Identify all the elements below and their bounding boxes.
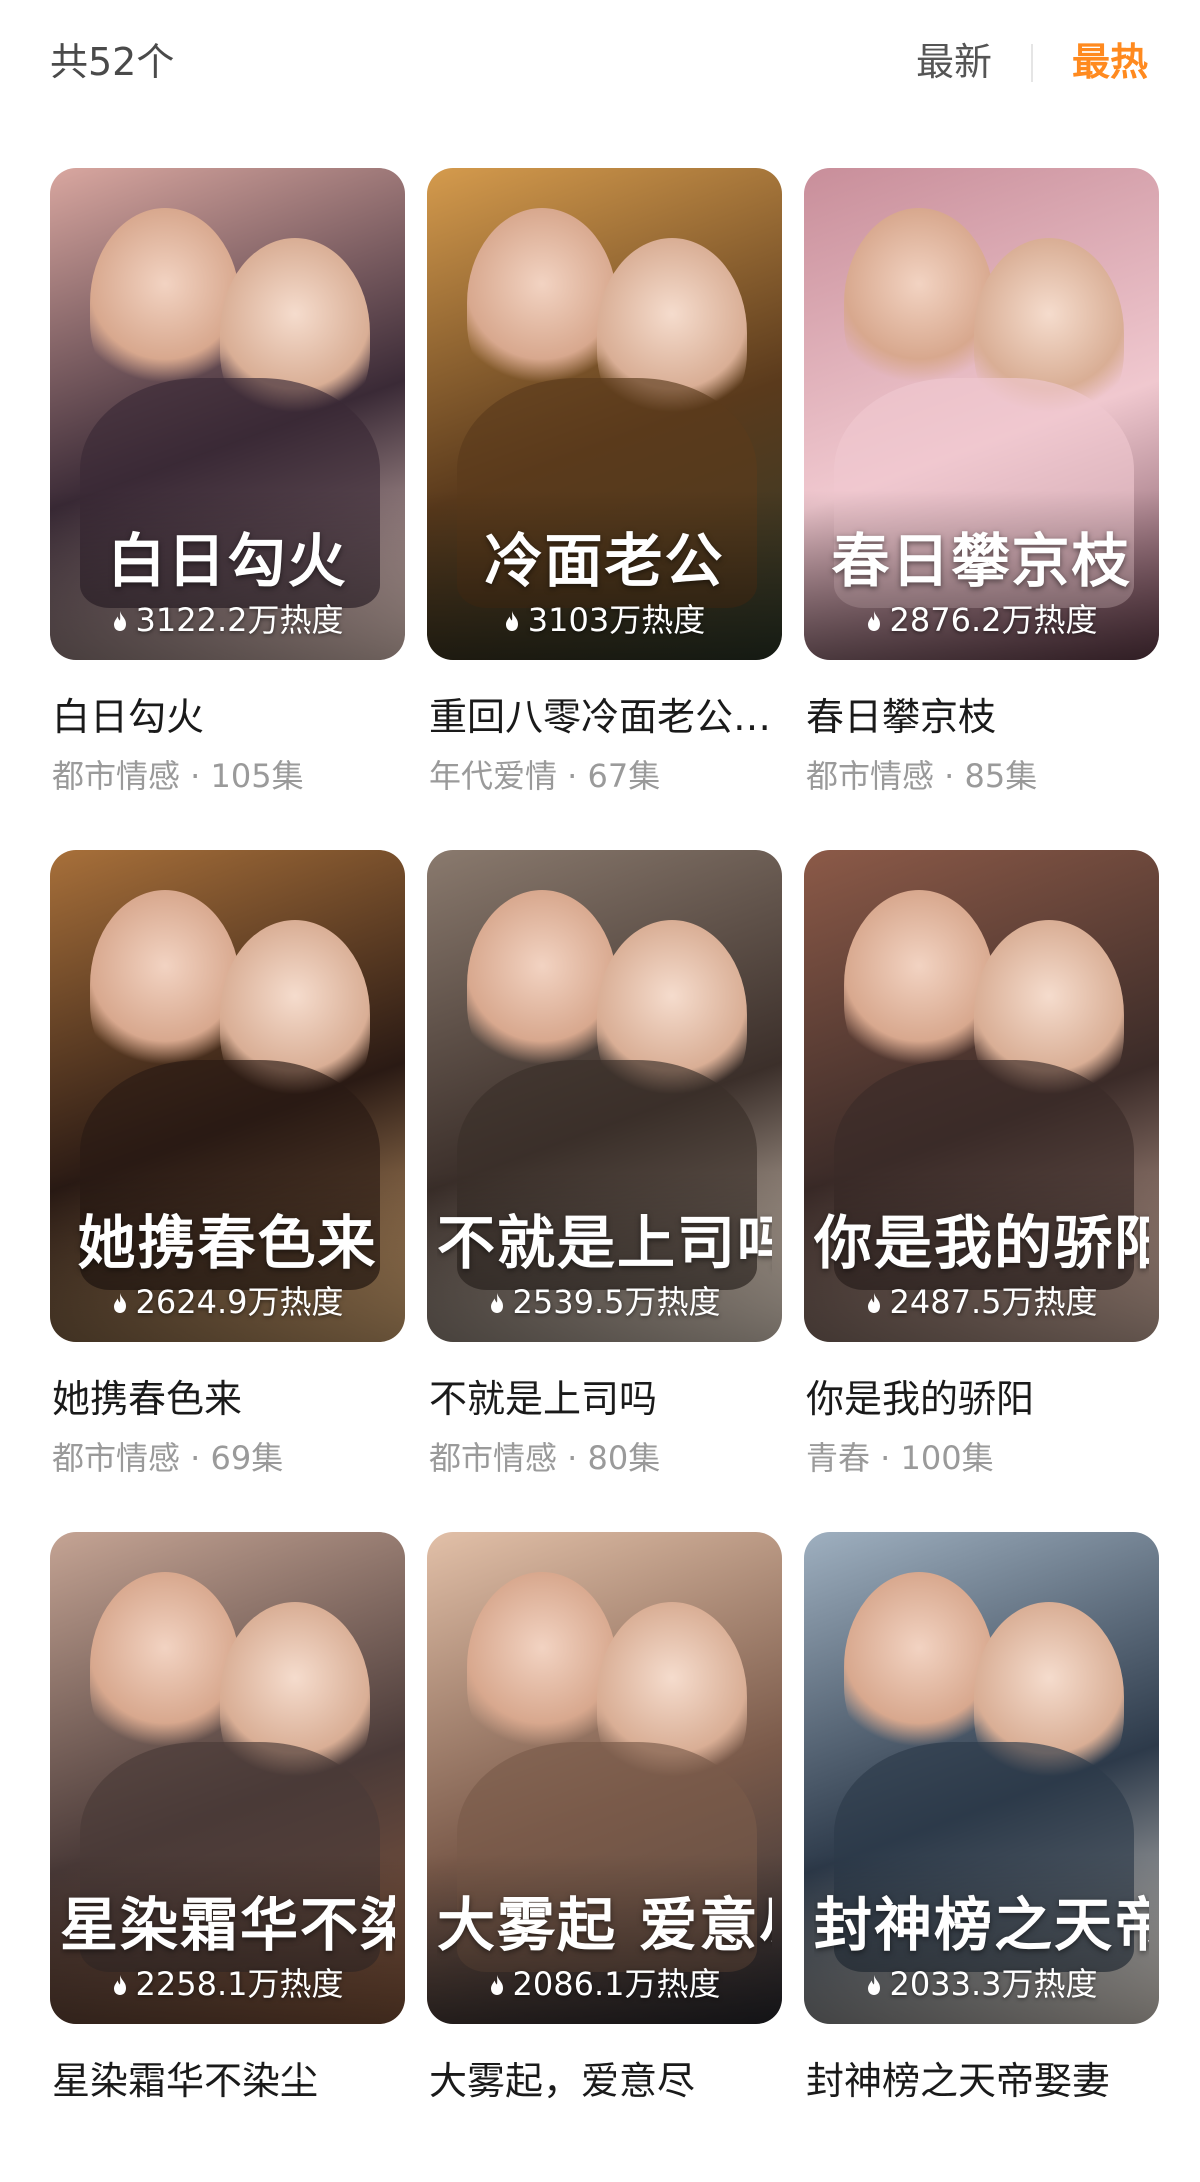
poster-title-art: 她携春色来	[77, 1209, 378, 1277]
drama-poster[interactable]: 不就是上司吗 2539.5万热度	[427, 850, 782, 1342]
poster-figure	[467, 890, 617, 1080]
drama-title[interactable]: 封神榜之天帝娶妻	[806, 2057, 1166, 2105]
drama-card[interactable]: 你是我的骄阳 2487.5万热度 你是我的骄阳 青春 · 100集	[804, 850, 1159, 1500]
flame-icon	[490, 1293, 503, 1313]
drama-card[interactable]: 白日勾火 3122.2万热度 白日勾火 都市情感 · 105集	[50, 168, 405, 818]
drama-title[interactable]: 春日攀京枝	[806, 693, 1166, 741]
drama-poster[interactable]: 她携春色来 2624.9万热度	[50, 850, 405, 1342]
heat-value: 3103万热度	[527, 601, 706, 639]
poster-title-art: 冷面老公	[484, 527, 725, 595]
sort-divider	[1031, 44, 1033, 82]
drama-poster[interactable]: 你是我的骄阳 2487.5万热度	[804, 850, 1159, 1342]
heat-badge: 3122.2万热度	[50, 600, 405, 640]
heat-badge: 3103万热度	[427, 600, 782, 640]
drama-poster[interactable]: 大雾起 爱意尽 2086.1万热度	[427, 1532, 782, 2024]
drama-title[interactable]: 白日勾火	[52, 693, 412, 741]
drama-title[interactable]: 她携春色来	[52, 1375, 412, 1423]
sort-hottest-button[interactable]: 最热	[1072, 38, 1148, 86]
drama-meta: 都市情感 · 69集	[52, 1439, 284, 1477]
drama-poster[interactable]: 春日攀京枝 2876.2万热度	[804, 168, 1159, 660]
flame-icon	[113, 611, 126, 631]
poster-title-art: 星染霜华不染尘	[60, 1891, 395, 1959]
heat-badge: 2539.5万热度	[427, 1282, 782, 1322]
heat-badge: 2033.3万热度	[804, 1964, 1159, 2004]
heat-value: 2539.5万热度	[512, 1283, 721, 1321]
heat-value: 2624.9万热度	[135, 1283, 344, 1321]
drama-meta: 都市情感 · 85集	[806, 757, 1038, 795]
heat-value: 2487.5万热度	[889, 1283, 1098, 1321]
poster-figure	[467, 1572, 617, 1762]
poster-figure	[90, 1572, 240, 1762]
drama-title[interactable]: 星染霜华不染尘	[52, 2057, 412, 2105]
heat-value: 2258.1万热度	[135, 1965, 344, 2003]
poster-title-art: 不就是上司吗	[437, 1209, 772, 1277]
drama-poster[interactable]: 封神榜之天帝娶妻 2033.3万热度	[804, 1532, 1159, 2024]
drama-card[interactable]: 春日攀京枝 2876.2万热度 春日攀京枝 都市情感 · 85集	[804, 168, 1159, 818]
drama-title[interactable]: 不就是上司吗	[429, 1375, 789, 1423]
drama-poster[interactable]: 白日勾火 3122.2万热度	[50, 168, 405, 660]
poster-title-art: 春日攀京枝	[831, 527, 1132, 595]
drama-meta: 都市情感 · 105集	[52, 757, 304, 795]
drama-card[interactable]: 封神榜之天帝娶妻 2033.3万热度 封神榜之天帝娶妻	[804, 1532, 1159, 2182]
drama-card[interactable]: 大雾起 爱意尽 2086.1万热度 大雾起，爱意尽	[427, 1532, 782, 2182]
flame-icon	[505, 611, 518, 631]
result-count: 共52个	[50, 40, 175, 84]
poster-figure	[90, 890, 240, 1080]
heat-badge: 2624.9万热度	[50, 1282, 405, 1322]
heat-badge: 2876.2万热度	[804, 600, 1159, 640]
heat-badge: 2487.5万热度	[804, 1282, 1159, 1322]
heat-value: 2033.3万热度	[889, 1965, 1098, 2003]
drama-meta: 年代爱情 · 67集	[429, 757, 661, 795]
poster-figure	[844, 208, 994, 398]
poster-figure	[467, 208, 617, 398]
drama-card[interactable]: 星染霜华不染尘 2258.1万热度 星染霜华不染尘	[50, 1532, 405, 2182]
flame-icon	[867, 611, 880, 631]
drama-title[interactable]: 你是我的骄阳	[806, 1375, 1166, 1423]
heat-badge: 2258.1万热度	[50, 1964, 405, 2004]
drama-poster[interactable]: 冷面老公 3103万热度	[427, 168, 782, 660]
drama-card[interactable]: 她携春色来 2624.9万热度 她携春色来 都市情感 · 69集	[50, 850, 405, 1500]
poster-title-art: 封神榜之天帝娶妻	[814, 1891, 1149, 1959]
poster-title-art: 大雾起 爱意尽	[437, 1891, 772, 1959]
poster-figure	[844, 890, 994, 1080]
top-bar: 共52个 最新 最热	[0, 0, 1200, 120]
drama-title[interactable]: 重回八零冷面老公……	[429, 693, 789, 741]
poster-title-art: 白日勾火	[107, 527, 348, 595]
flame-icon	[113, 1293, 126, 1313]
drama-meta: 都市情感 · 80集	[429, 1439, 661, 1477]
flame-icon	[490, 1975, 503, 1995]
drama-meta: 青春 · 100集	[806, 1439, 994, 1477]
flame-icon	[867, 1975, 880, 1995]
flame-icon	[113, 1975, 126, 1995]
flame-icon	[867, 1293, 880, 1313]
heat-value: 2876.2万热度	[889, 601, 1098, 639]
drama-card[interactable]: 冷面老公 3103万热度 重回八零冷面老公…… 年代爱情 · 67集	[427, 168, 789, 818]
heat-badge: 2086.1万热度	[427, 1964, 782, 2004]
poster-title-art: 你是我的骄阳	[814, 1209, 1149, 1277]
heat-value: 2086.1万热度	[512, 1965, 721, 2003]
sort-newest-button[interactable]: 最新	[916, 38, 992, 86]
poster-figure	[90, 208, 240, 398]
drama-card[interactable]: 不就是上司吗 2539.5万热度 不就是上司吗 都市情感 · 80集	[427, 850, 782, 1500]
poster-figure	[844, 1572, 994, 1762]
drama-poster[interactable]: 星染霜华不染尘 2258.1万热度	[50, 1532, 405, 2024]
drama-title[interactable]: 大雾起，爱意尽	[429, 2057, 789, 2105]
heat-value: 3122.2万热度	[135, 601, 344, 639]
